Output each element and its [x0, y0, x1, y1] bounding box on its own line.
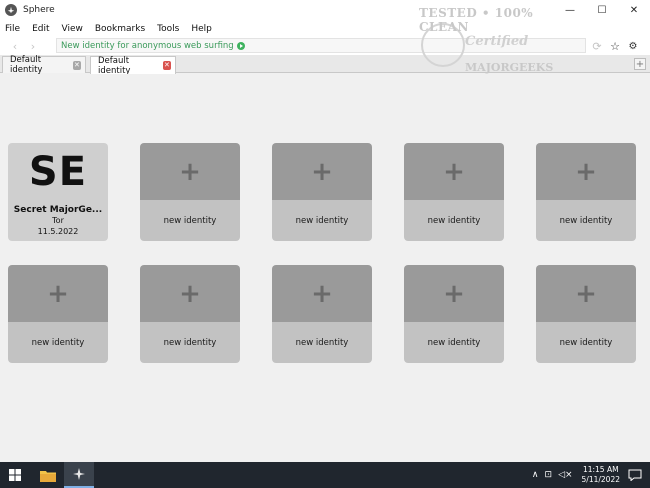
card-footer: new identity — [140, 200, 240, 241]
sphere-app-icon — [5, 4, 17, 16]
card-footer: new identity — [140, 322, 240, 363]
address-bar[interactable]: New identity for anonymous web surfing — [56, 38, 586, 53]
plus-icon: + — [443, 156, 465, 187]
new-identity-card[interactable]: + new identity — [404, 265, 504, 363]
bookmark-star-icon[interactable]: ☆ — [608, 38, 622, 54]
new-identity-label: new identity — [31, 337, 85, 348]
plus-icon: + — [179, 278, 201, 309]
tab-close-icon[interactable]: ✕ — [72, 60, 81, 70]
new-identity-label: new identity — [163, 215, 217, 226]
settings-icon[interactable]: ⚙ — [626, 38, 640, 54]
forward-button[interactable]: › — [24, 38, 42, 54]
identity-date: 11.5.2022 — [37, 226, 79, 236]
plus-icon: + — [443, 278, 465, 309]
card-thumbnail: + — [8, 265, 108, 322]
plus-icon: + — [179, 156, 201, 187]
card-thumbnail: + — [536, 143, 636, 200]
plus-icon: + — [311, 156, 333, 187]
identity-initials: SE — [28, 148, 88, 195]
identity-browser: Tor — [52, 215, 64, 225]
refresh-icon[interactable]: ⟳ — [590, 38, 604, 54]
card-footer: new identity — [272, 200, 372, 241]
close-button[interactable]: ✕ — [618, 0, 650, 20]
navigation-bar: ‹ › New identity for anonymous web surfi… — [0, 37, 650, 55]
system-tray: ∧ ⊡ ◁× 11:15 AM 5/11/2022 — [529, 462, 650, 488]
new-identity-card[interactable]: + new identity — [140, 143, 240, 241]
plus-icon: + — [575, 278, 597, 309]
card-thumbnail: + — [404, 265, 504, 322]
card-footer: new identity — [8, 322, 108, 363]
notification-icon[interactable] — [628, 469, 642, 481]
tab-default-identity-2[interactable]: Default identity ✕ — [90, 55, 176, 76]
tab-label: Default identity — [98, 55, 131, 76]
windows-logo-icon — [9, 469, 21, 481]
menu-view[interactable]: View — [61, 24, 84, 34]
maximize-button[interactable]: ☐ — [586, 0, 618, 20]
card-footer: new identity — [536, 200, 636, 241]
tab-bar: Default identity ✕ Default identity ✕ + — [0, 55, 650, 76]
card-thumbnail: + — [272, 265, 372, 322]
clock[interactable]: 11:15 AM 5/11/2022 — [582, 465, 620, 485]
clock-date: 5/11/2022 — [581, 475, 620, 484]
card-thumbnail: + — [404, 143, 504, 200]
menu-bar: File Edit View Bookmarks Tools Help — [0, 20, 650, 37]
plus-icon: + — [311, 278, 333, 309]
card-thumbnail: + — [536, 265, 636, 322]
new-identity-label: new identity — [163, 337, 217, 348]
new-identity-card[interactable]: + new identity — [140, 265, 240, 363]
new-identity-card[interactable]: + new identity — [8, 265, 108, 363]
new-identity-card[interactable]: + new identity — [536, 265, 636, 363]
new-tab-button[interactable]: + — [634, 58, 646, 70]
tray-expand-icon[interactable]: ∧ — [532, 470, 539, 480]
new-identity-label: new identity — [295, 215, 349, 226]
card-footer: new identity — [404, 322, 504, 363]
new-identity-label: new identity — [427, 215, 481, 226]
address-text: New identity for anonymous web surfing — [61, 40, 234, 51]
tab-close-icon[interactable]: ✕ — [162, 61, 171, 70]
plus-icon: + — [47, 278, 69, 309]
new-identity-label: new identity — [295, 337, 349, 348]
clock-time: 11:15 AM — [582, 465, 619, 474]
network-icon[interactable]: ⊡ — [545, 470, 553, 480]
menu-help[interactable]: Help — [190, 24, 213, 34]
plus-icon: + — [575, 156, 597, 187]
menu-file[interactable]: File — [4, 24, 21, 34]
menu-bookmarks[interactable]: Bookmarks — [94, 24, 146, 34]
sphere-taskbar-button[interactable] — [64, 462, 94, 488]
menu-edit[interactable]: Edit — [31, 24, 50, 34]
tab-default-identity-1[interactable]: Default identity ✕ — [2, 55, 86, 75]
card-thumbnail: + — [272, 143, 372, 200]
menu-tools[interactable]: Tools — [156, 24, 180, 34]
new-identity-card[interactable]: + new identity — [536, 143, 636, 241]
title-bar: Sphere — ☐ ✕ — [0, 0, 650, 20]
card-thumbnail: + — [140, 143, 240, 200]
identity-info: Secret MajorGe... Tor 11.5.2022 — [8, 200, 108, 241]
go-icon[interactable] — [236, 41, 245, 50]
card-footer: new identity — [536, 322, 636, 363]
identity-grid: SE Secret MajorGe... Tor 11.5.2022 + new… — [0, 74, 650, 462]
identity-name: Secret MajorGe... — [13, 204, 103, 215]
volume-muted-icon[interactable]: ◁× — [558, 470, 572, 480]
window-title: Sphere — [23, 5, 55, 15]
sphere-icon — [73, 468, 85, 480]
new-identity-label: new identity — [427, 337, 481, 348]
new-identity-label: new identity — [559, 215, 613, 226]
file-explorer-button[interactable] — [33, 462, 63, 488]
identity-thumbnail: SE — [8, 143, 108, 200]
card-footer: new identity — [404, 200, 504, 241]
folder-icon — [40, 470, 56, 482]
card-thumbnail: + — [140, 265, 240, 322]
start-button[interactable] — [0, 462, 30, 488]
new-identity-card[interactable]: + new identity — [404, 143, 504, 241]
identity-card-secret-majorgeeks[interactable]: SE Secret MajorGe... Tor 11.5.2022 — [8, 143, 108, 241]
back-button[interactable]: ‹ — [6, 38, 24, 54]
card-footer: new identity — [272, 322, 372, 363]
minimize-button[interactable]: — — [554, 0, 586, 20]
new-identity-card[interactable]: + new identity — [272, 265, 372, 363]
taskbar: ∧ ⊡ ◁× 11:15 AM 5/11/2022 — [0, 462, 650, 488]
new-identity-label: new identity — [559, 337, 613, 348]
new-identity-card[interactable]: + new identity — [272, 143, 372, 241]
tab-label: Default identity — [10, 55, 43, 75]
